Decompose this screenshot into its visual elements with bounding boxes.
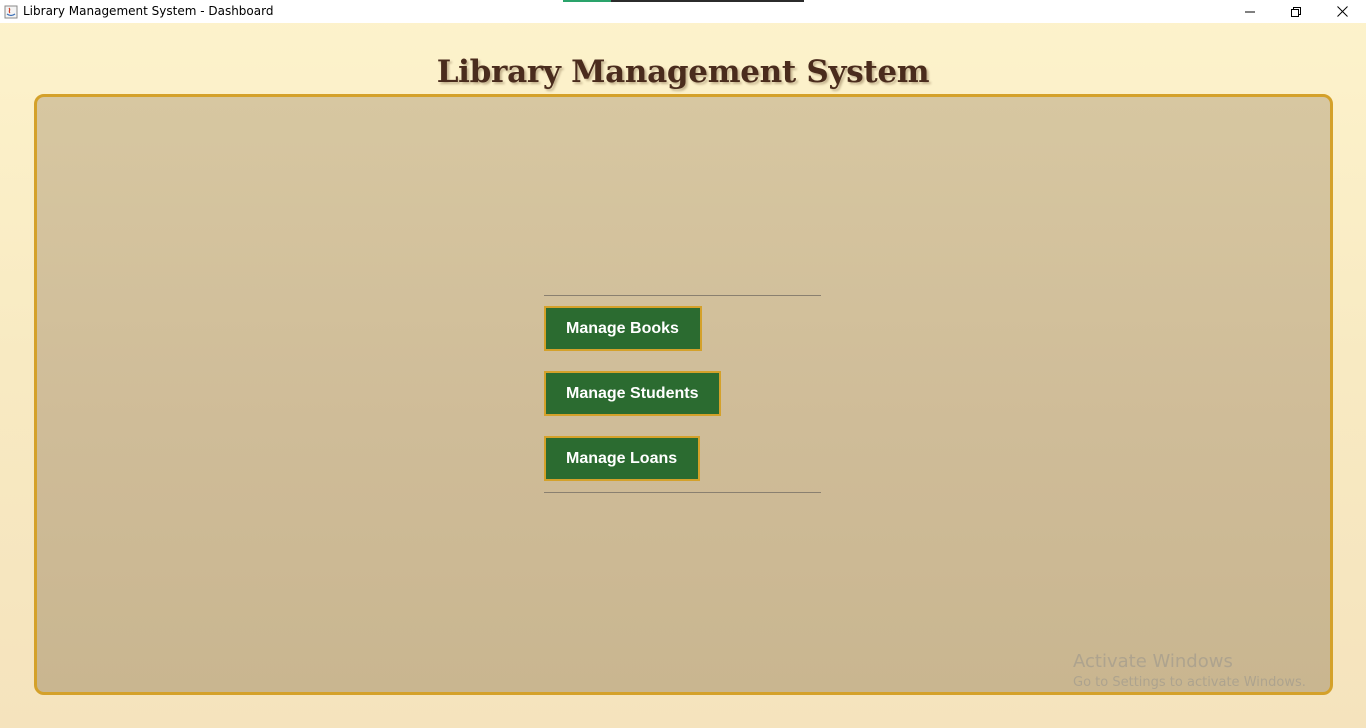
restore-button[interactable] bbox=[1273, 0, 1319, 23]
activation-watermark: Activate Windows Go to Settings to activ… bbox=[1073, 651, 1306, 692]
minimize-icon bbox=[1245, 2, 1255, 21]
close-button[interactable] bbox=[1319, 0, 1365, 23]
window-title: Library Management System - Dashboard bbox=[23, 4, 274, 18]
java-app-icon bbox=[4, 4, 18, 19]
window-titlebar: Library Management System - Dashboard bbox=[0, 0, 1366, 23]
manage-loans-button[interactable]: Manage Loans bbox=[544, 436, 700, 481]
manage-students-button[interactable]: Manage Students bbox=[544, 371, 721, 416]
taskbar-indicator-bar bbox=[611, 0, 804, 2]
restore-icon bbox=[1291, 2, 1301, 21]
minimize-button[interactable] bbox=[1227, 0, 1273, 23]
manage-books-button[interactable]: Manage Books bbox=[544, 306, 702, 351]
watermark-title: Activate Windows bbox=[1073, 651, 1233, 672]
watermark-subtitle: Go to Settings to activate Windows. bbox=[1073, 675, 1306, 690]
taskbar-indicator bbox=[563, 0, 611, 2]
menu-divider-top bbox=[544, 295, 821, 296]
page-title: Library Management System bbox=[436, 54, 930, 90]
close-icon bbox=[1336, 2, 1348, 21]
menu-divider-bottom bbox=[544, 492, 821, 493]
